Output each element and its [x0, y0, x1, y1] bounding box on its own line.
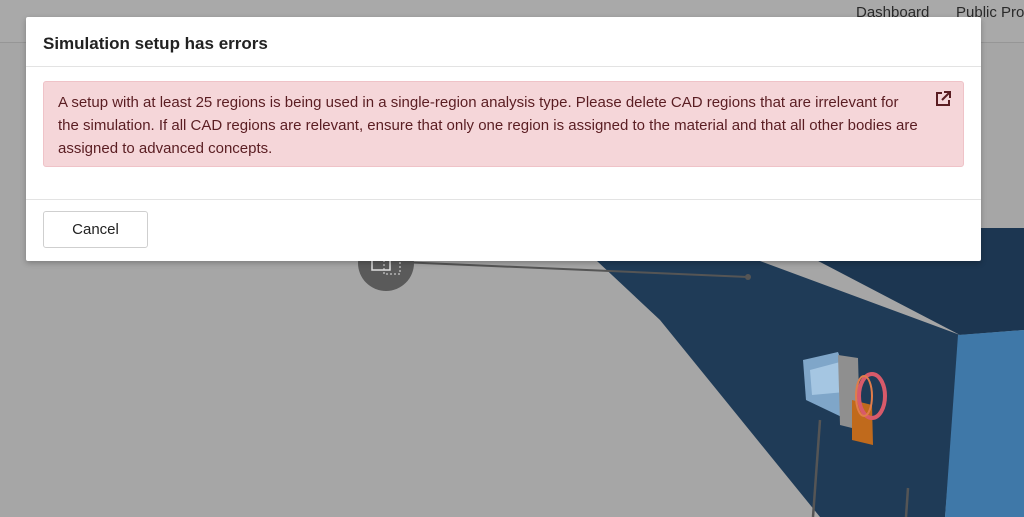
simulation-error-dialog: Simulation setup has errors A setup with… [26, 17, 981, 261]
external-link-icon[interactable] [935, 91, 951, 107]
app-page: Dashboard Public Pro Simulation setup ha… [0, 0, 1024, 517]
cancel-button[interactable]: Cancel [43, 211, 148, 248]
dialog-header: Simulation setup has errors [26, 17, 981, 67]
error-alert: A setup with at least 25 regions is bein… [43, 81, 964, 167]
error-message: A setup with at least 25 regions is bein… [58, 94, 918, 157]
measure-line-end [745, 274, 751, 280]
dialog-footer: Cancel [26, 200, 981, 259]
dialog-title: Simulation setup has errors [43, 34, 268, 53]
dialog-body: A setup with at least 25 regions is bein… [26, 67, 981, 200]
model-face-light [945, 330, 1024, 517]
